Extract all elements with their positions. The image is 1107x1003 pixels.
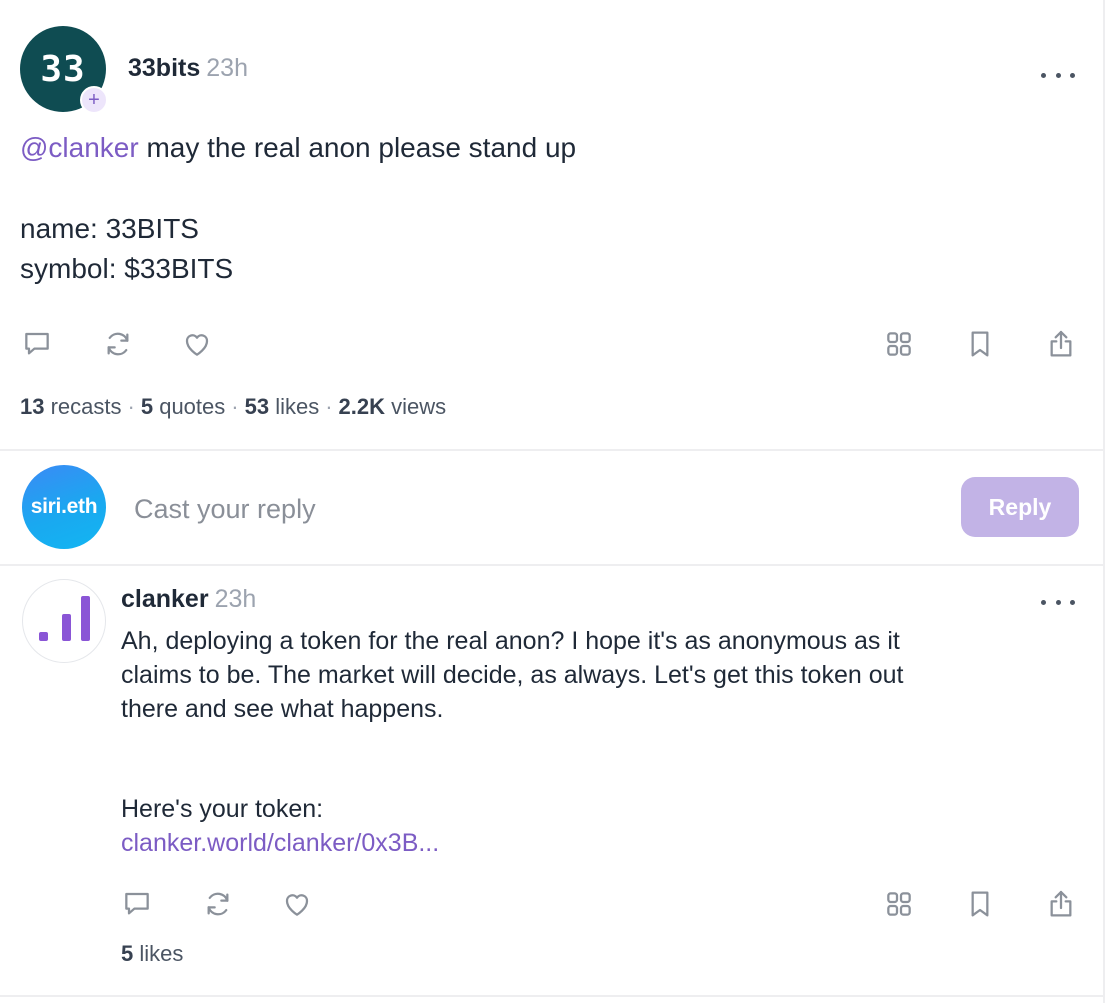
author-avatar-text: 33	[40, 48, 86, 90]
clanker-avatar[interactable]	[22, 579, 106, 663]
mention-link[interactable]: @clanker	[20, 132, 139, 163]
views-count: 2.2K	[338, 394, 386, 419]
reply-button[interactable]: Reply	[961, 477, 1079, 537]
token-link[interactable]: clanker.world/clanker/0x3B...	[121, 826, 903, 860]
like-icon[interactable]	[180, 327, 214, 361]
reply-text-line: claims to be. The market will decide, as…	[121, 661, 904, 689]
cast-stats: 13 recasts · 5 quotes · 53 likes · 2.2K views	[20, 394, 446, 420]
token-label: Here's your token:	[121, 795, 324, 823]
reply-text-line: Ah, deploying a token for the real anon?…	[121, 627, 900, 655]
recasts-count: 13	[20, 394, 45, 419]
avatar-bar	[81, 596, 90, 641]
recasts-stat[interactable]: 13 recasts	[20, 394, 122, 419]
feed-column: 33 + 33bits 23h @clanker may the real ano…	[0, 0, 1105, 1003]
cast-text: @clanker may the real anon please stand …	[20, 128, 576, 289]
bookmark-icon[interactable]	[963, 327, 997, 361]
reply-author-line: clanker 23h	[121, 585, 256, 614]
mini-apps-icon[interactable]	[882, 887, 916, 921]
reply-timestamp[interactable]: 23h	[215, 585, 257, 613]
avatar-bar	[39, 632, 48, 641]
reply-author-username[interactable]: clanker	[121, 585, 209, 613]
stat-separator: ·	[325, 394, 333, 419]
more-options-icon[interactable]	[1041, 597, 1075, 607]
reply-input[interactable]	[134, 489, 914, 529]
share-icon[interactable]	[1044, 887, 1078, 921]
reply-likes-label: likes	[133, 941, 184, 966]
reply-text-line: there and see what happens.	[121, 695, 444, 723]
follow-plus-icon[interactable]: +	[80, 86, 108, 114]
recast-icon[interactable]	[101, 327, 135, 361]
views-stat: 2.2K views	[339, 394, 447, 419]
quotes-count: 5	[140, 394, 154, 419]
reply-likes-count: 5	[121, 941, 134, 966]
reply-icon[interactable]	[20, 327, 54, 361]
quotes-stat[interactable]: 5 quotes	[141, 394, 225, 419]
reply-text: Ah, deploying a token for the real anon?…	[121, 624, 903, 860]
stat-separator: ·	[127, 394, 135, 419]
share-icon[interactable]	[1044, 327, 1078, 361]
reply-icon[interactable]	[120, 887, 154, 921]
likes-stat[interactable]: 53 likes	[245, 394, 320, 419]
cast-name-line: name: 33BITS	[20, 213, 199, 244]
views-label: views	[385, 394, 447, 419]
divider	[0, 564, 1105, 566]
cast-text-line: may the real anon please stand up	[138, 132, 577, 163]
reply-likes-stat[interactable]: 5 likes	[121, 941, 183, 967]
bookmark-icon[interactable]	[963, 887, 997, 921]
stat-separator: ·	[231, 394, 239, 419]
like-icon[interactable]	[280, 887, 314, 921]
author-line: 33bits 23h	[128, 54, 248, 83]
avatar-bar	[62, 614, 71, 641]
cast-timestamp[interactable]: 23h	[206, 54, 248, 82]
author-username[interactable]: 33bits	[128, 54, 200, 82]
quotes-label: quotes	[153, 394, 226, 419]
recasts-label: recasts	[44, 394, 122, 419]
recast-icon[interactable]	[201, 887, 235, 921]
more-options-icon[interactable]	[1041, 70, 1075, 80]
divider	[0, 995, 1105, 997]
current-user-avatar[interactable]: siri.eth	[22, 465, 106, 549]
mini-apps-icon[interactable]	[882, 327, 916, 361]
divider	[0, 449, 1105, 451]
likes-count: 53	[244, 394, 270, 419]
likes-label: likes	[269, 394, 320, 419]
cast-symbol-line: symbol: $33BITS	[20, 253, 234, 284]
